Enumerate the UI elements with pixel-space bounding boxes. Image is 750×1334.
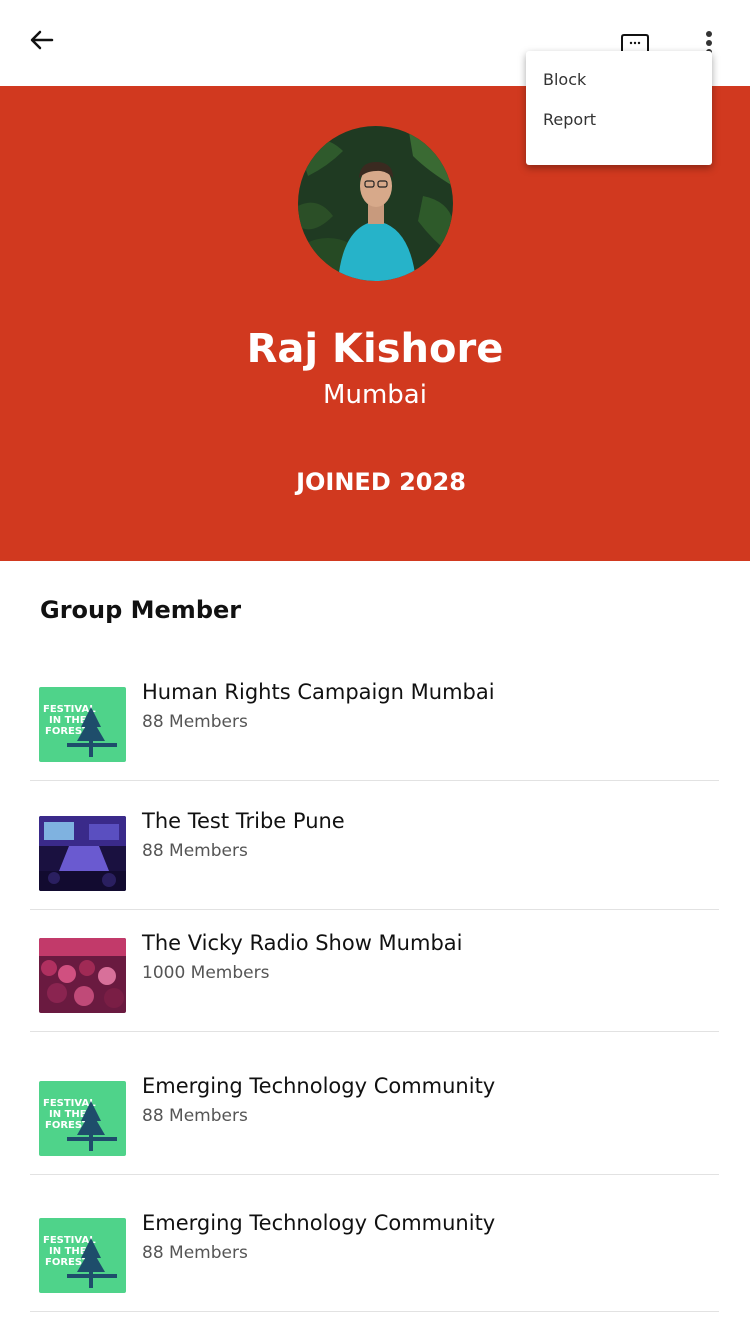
group-thumbnail: FESTIVAL IN THE FOREST	[39, 1218, 126, 1293]
thumb-text-line-2: IN THE	[49, 715, 87, 726]
group-title: Human Rights Campaign Mumbai	[142, 680, 495, 704]
group-row[interactable]: The Vicky Radio Show Mumbai 1000 Members	[30, 910, 719, 1032]
group-members-count: 88 Members	[142, 712, 248, 732]
thumb-text-line-2: IN THE	[49, 1109, 87, 1120]
group-members-count: 88 Members	[142, 1243, 248, 1263]
profile-name: Raj Kishore	[246, 326, 504, 372]
chat-bubble-icon[interactable]	[620, 34, 650, 52]
group-row[interactable]: The Test Tribe Pune 88 Members	[30, 781, 719, 910]
group-thumbnail	[39, 816, 126, 891]
group-row[interactable]: FESTIVAL IN THE FOREST Emerging Technolo…	[30, 1032, 719, 1175]
avatar	[298, 126, 453, 281]
menu-item-block[interactable]: Block	[543, 70, 586, 89]
group-title: Emerging Technology Community	[142, 1074, 496, 1098]
group-row[interactable]: FESTIVAL IN THE FOREST Emerging Technolo…	[30, 1175, 719, 1312]
back-arrow-icon[interactable]	[26, 24, 58, 56]
group-members-count: 88 Members	[142, 1106, 248, 1126]
group-thumbnail: FESTIVAL IN THE FOREST	[39, 1081, 126, 1156]
group-title: The Test Tribe Pune	[142, 809, 345, 833]
overflow-menu: Block Report	[526, 51, 712, 165]
group-members-count: 88 Members	[142, 841, 248, 861]
section-title: Group Member	[40, 596, 242, 624]
group-title: Emerging Technology Community	[142, 1211, 496, 1235]
group-thumbnail	[39, 938, 126, 1013]
menu-item-report[interactable]: Report	[543, 110, 596, 129]
group-row[interactable]: FESTIVAL IN THE FOREST Human Rights Camp…	[30, 652, 719, 781]
thumb-text-line-2: IN THE	[49, 1246, 87, 1257]
joined-year: JOINED 2028	[296, 468, 466, 496]
profile-city: Mumbai	[323, 380, 427, 410]
group-title: The Vicky Radio Show Mumbai	[142, 931, 463, 955]
group-members-count: 1000 Members	[142, 963, 270, 983]
group-thumbnail: FESTIVAL IN THE FOREST	[39, 687, 126, 762]
